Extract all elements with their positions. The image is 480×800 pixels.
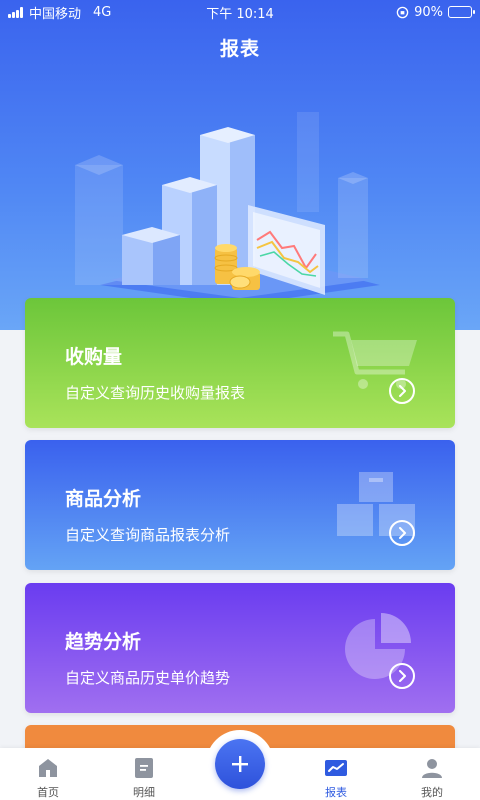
hero-banner: 中国移动 4G 下午 10:14 90% 报表 <box>0 0 480 330</box>
plus-icon <box>232 756 248 772</box>
status-bar: 中国移动 4G 下午 10:14 90% <box>0 0 480 24</box>
home-icon <box>39 759 57 777</box>
chevron-right-icon <box>399 670 406 682</box>
report-chart-icon <box>325 760 347 776</box>
card-subtitle: 自定义查询历史收购量报表 <box>65 384 246 402</box>
purchase-volume-card[interactable]: 收购量 自定义查询历史收购量报表 <box>25 298 455 428</box>
chevron-right-icon <box>399 527 406 539</box>
chevron-right-icon <box>399 385 406 397</box>
tab-me[interactable]: 我的 <box>384 748 480 800</box>
card-subtitle: 自定义商品历史单价趋势 <box>65 669 231 687</box>
city-report-illustration <box>75 112 380 305</box>
open-arrow-button[interactable] <box>389 378 415 404</box>
trend-analysis-card[interactable]: 趋势分析 自定义商品历史单价趋势 <box>25 583 455 713</box>
open-arrow-button[interactable] <box>389 520 415 546</box>
open-arrow-button[interactable] <box>389 663 415 689</box>
carrier-label: 中国移动 <box>29 6 82 22</box>
product-analysis-card[interactable]: 商品分析 自定义查询商品报表分析 <box>25 440 455 570</box>
signal-icon <box>8 6 23 18</box>
battery-icon <box>448 6 475 18</box>
user-icon <box>422 759 442 778</box>
rotation-lock-icon <box>396 6 409 18</box>
network-label: 4G <box>93 4 112 20</box>
battery-percent: 90% <box>414 4 443 20</box>
tab-home[interactable]: 首页 <box>0 748 96 800</box>
page-title: 报表 <box>219 38 260 60</box>
tab-label: 首页 <box>37 786 59 799</box>
fab-container <box>206 730 274 798</box>
tab-label: 明细 <box>133 786 155 799</box>
tab-label: 我的 <box>421 786 443 799</box>
document-icon <box>135 758 153 778</box>
card-subtitle: 自定义查询商品报表分析 <box>65 526 231 544</box>
add-button[interactable] <box>215 739 265 789</box>
tab-details[interactable]: 明细 <box>96 748 192 800</box>
card-title: 收购量 <box>65 346 123 368</box>
card-title: 商品分析 <box>65 488 142 510</box>
tab-reports[interactable]: 报表 <box>288 748 384 800</box>
tab-label: 报表 <box>325 786 347 799</box>
card-title: 趋势分析 <box>65 631 142 653</box>
